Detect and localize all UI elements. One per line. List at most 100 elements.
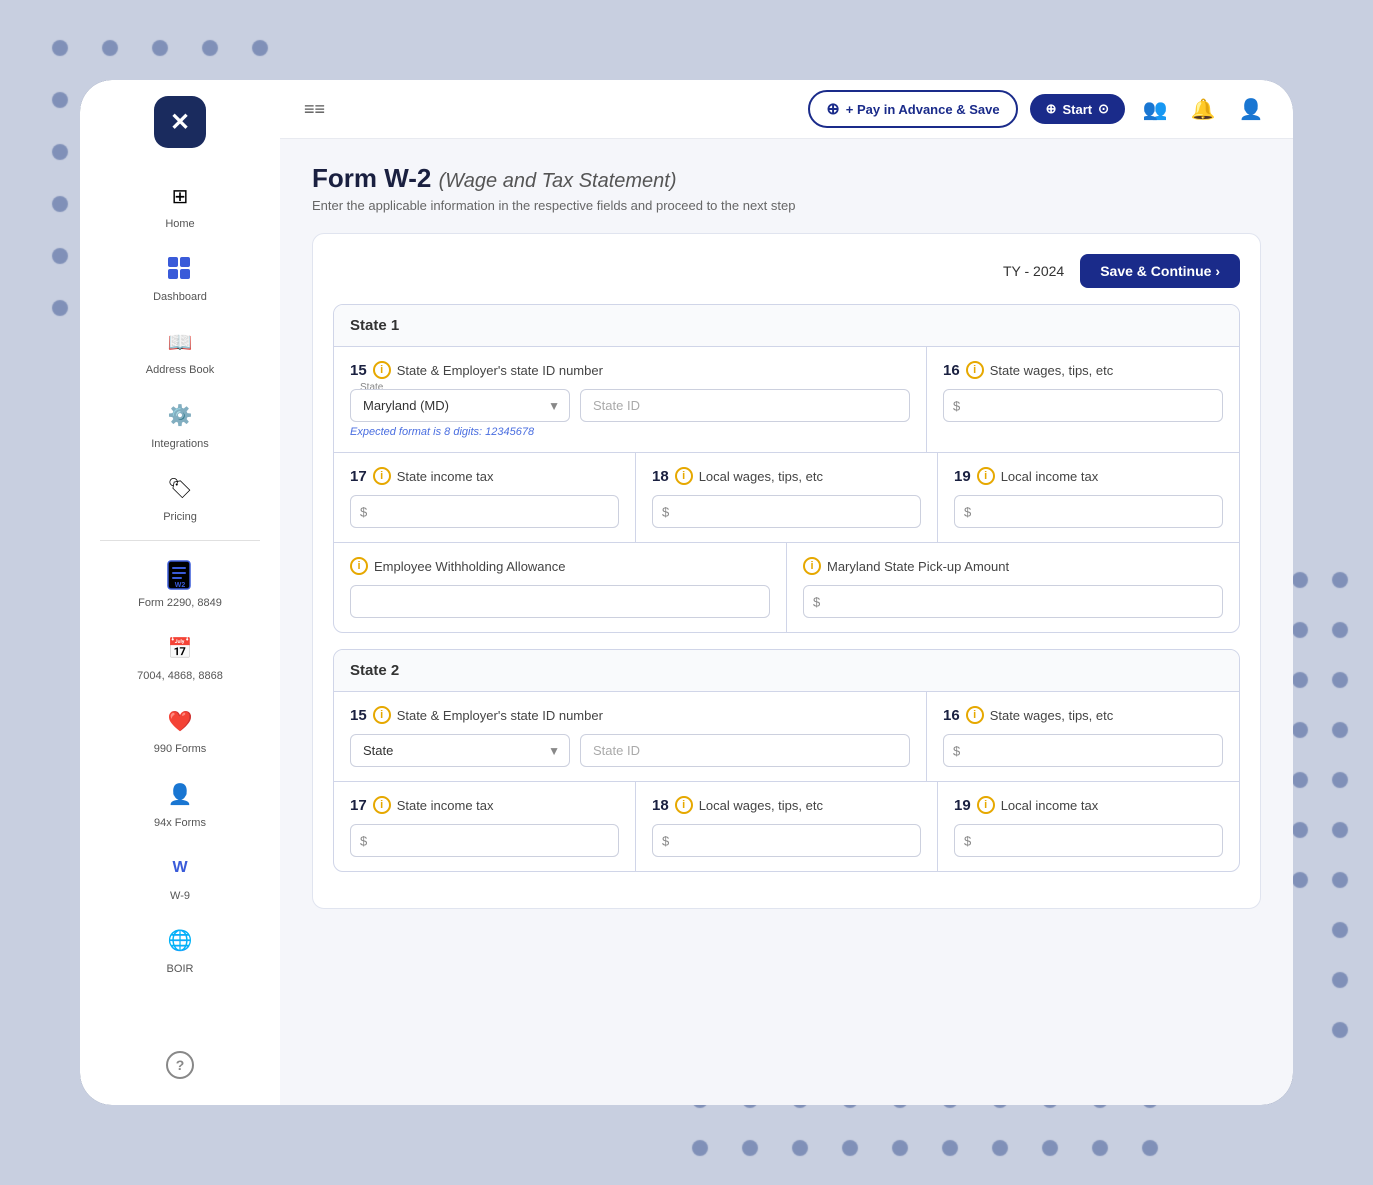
md-pickup-info-icon[interactable]: i	[803, 557, 821, 575]
pay-advance-button[interactable]: ⊕ + Pay in Advance & Save	[808, 90, 1017, 128]
sidebar-item-form2290[interactable]: W2 Form 2290, 8849	[80, 547, 280, 620]
page-subtitle: Enter the applicable information in the …	[312, 198, 1261, 213]
start-label: Start	[1062, 102, 1092, 117]
md-pickup-title: Maryland State Pick-up Amount	[827, 559, 1009, 574]
state1-field19-input[interactable]	[954, 495, 1223, 528]
state2-field18-info-icon[interactable]: i	[675, 796, 693, 814]
field18-info-icon[interactable]: i	[675, 467, 693, 485]
state2-field15-label-row: 15 i State & Employer's state ID number	[350, 706, 910, 724]
app-logo[interactable]: ✕	[154, 96, 206, 148]
state2-field17-input[interactable]	[350, 824, 619, 857]
state2-field18-number: 18	[652, 797, 669, 814]
state2-field18-label-row: 18 i Local wages, tips, etc	[652, 796, 921, 814]
sidebar-item-w9[interactable]: W W-9	[80, 840, 280, 913]
state1-emp-allowance-input[interactable]	[350, 585, 770, 618]
sidebar-item-label: Integrations	[151, 438, 208, 451]
field18-title: Local wages, tips, etc	[699, 469, 823, 484]
start-plus-icon: ⊕	[1046, 101, 1057, 117]
state1-id-input[interactable]	[580, 389, 910, 422]
field17-title: State income tax	[397, 469, 494, 484]
state2-row-17-18-19: 17 i State income tax $ 18	[334, 782, 1239, 871]
state1-field19-cell: 19 i Local income tax $	[938, 453, 1239, 542]
sidebar-item-94xforms[interactable]: 👤 94x Forms	[80, 767, 280, 840]
state2-state-select[interactable]: State	[350, 734, 570, 767]
state2-dollar-icon-18: $	[662, 833, 669, 848]
notifications-button[interactable]: 🔔	[1185, 91, 1221, 127]
integrations-icon: ⚙️	[162, 398, 198, 434]
user-profile-button[interactable]: 👤	[1233, 91, 1269, 127]
dollar-icon-18: $	[662, 504, 669, 519]
state1-md-pickup-input[interactable]	[803, 585, 1223, 618]
sidebar-item-home[interactable]: ⊞ Home	[80, 168, 280, 241]
state2-field18-dollar-wrapper: $	[652, 824, 921, 857]
address-book-icon: 📖	[162, 324, 198, 360]
state1-format-hint: Expected format is 8 digits: 12345678	[350, 426, 910, 438]
sidebar-item-integrations[interactable]: ⚙️ Integrations	[80, 388, 280, 461]
state1-state-select[interactable]: Maryland (MD)	[350, 389, 570, 422]
state1-field16-input[interactable]	[943, 389, 1223, 422]
field15-label-row: 15 i State & Employer's state ID number	[350, 361, 910, 379]
field15-info-icon[interactable]: i	[373, 361, 391, 379]
state2-field15-cell: 15 i State & Employer's state ID number …	[334, 692, 927, 781]
state1-field18-input[interactable]	[652, 495, 921, 528]
emp-allowance-title: Employee Withholding Allowance	[374, 559, 566, 574]
field17-dollar-wrapper: $	[350, 495, 619, 528]
field17-info-icon[interactable]: i	[373, 467, 391, 485]
boir-icon: 🌐	[162, 923, 198, 959]
menu-toggle-icon[interactable]: ≡≡	[304, 99, 325, 119]
sidebar-item-address-book[interactable]: 📖 Address Book	[80, 314, 280, 387]
state2-field15-info-icon[interactable]: i	[373, 706, 391, 724]
state2-field18-input[interactable]	[652, 824, 921, 857]
sidebar-item-label: Dashboard	[153, 291, 207, 304]
sidebar-item-dashboard[interactable]: Dashboard	[80, 241, 280, 314]
state1-row-17-18-19: 17 i State income tax $ 18	[334, 453, 1239, 543]
state2-field17-info-icon[interactable]: i	[373, 796, 391, 814]
field15-number: 15	[350, 362, 367, 379]
field17-number: 17	[350, 468, 367, 485]
state2-field16-number: 16	[943, 707, 960, 724]
state1-field16-cell: 16 i State wages, tips, etc $	[927, 347, 1239, 452]
state2-field16-label-row: 16 i State wages, tips, etc	[943, 706, 1223, 724]
state2-field19-info-icon[interactable]: i	[977, 796, 995, 814]
state1-field18-cell: 18 i Local wages, tips, etc $	[636, 453, 938, 542]
state1-state-fields-row: State Maryland (MD) ▼	[350, 389, 910, 422]
emp-allowance-info-icon[interactable]: i	[350, 557, 368, 575]
state1-dropdown-wrapper: State Maryland (MD) ▼	[350, 389, 570, 422]
state1-row-emp-md: i Employee Withholding Allowance i Maryl…	[334, 543, 1239, 632]
dashboard-icon	[162, 251, 198, 287]
sidebar-item-label: 990 Forms	[154, 743, 207, 756]
field18-number: 18	[652, 468, 669, 485]
state2-field19-cell: 19 i Local income tax $	[938, 782, 1239, 871]
state1-header: State 1	[334, 305, 1239, 347]
sidebar-item-help[interactable]: ?	[158, 1041, 202, 1089]
sidebar-item-7004[interactable]: 📅 7004, 4868, 8868	[80, 620, 280, 693]
field16-number: 16	[943, 362, 960, 379]
state2-field16-info-icon[interactable]: i	[966, 706, 984, 724]
start-button[interactable]: ⊕ Start ⊙	[1030, 94, 1125, 124]
home-icon: ⊞	[162, 178, 198, 214]
field18-label-row: 18 i Local wages, tips, etc	[652, 467, 921, 485]
dollar-icon-md: $	[813, 594, 820, 609]
form-card-header: TY - 2024 Save & Continue ›	[333, 254, 1240, 288]
form-card: TY - 2024 Save & Continue › State 1 15	[312, 233, 1261, 909]
state2-id-input[interactable]	[580, 734, 910, 767]
sidebar-item-pricing[interactable]: 🏷 Pricing	[80, 461, 280, 534]
state2-select-wrapper: State ▼	[350, 734, 570, 767]
save-continue-button[interactable]: Save & Continue ›	[1080, 254, 1240, 288]
state2-field16-input[interactable]	[943, 734, 1223, 767]
state2-field19-input[interactable]	[954, 824, 1223, 857]
field16-info-icon[interactable]: i	[966, 361, 984, 379]
md-pickup-dollar-wrapper: $	[803, 585, 1223, 618]
field18-dollar-wrapper: $	[652, 495, 921, 528]
state2-field17-dollar-wrapper: $	[350, 824, 619, 857]
state1-field17-cell: 17 i State income tax $	[334, 453, 636, 542]
user-icon: 👤	[1239, 97, 1264, 122]
field19-label-row: 19 i Local income tax	[954, 467, 1223, 485]
contacts-button[interactable]: 👥	[1137, 91, 1173, 127]
state2-field19-label-row: 19 i Local income tax	[954, 796, 1223, 814]
sidebar-item-990forms[interactable]: ❤️ 990 Forms	[80, 693, 280, 766]
emp-allowance-label-row: i Employee Withholding Allowance	[350, 557, 770, 575]
sidebar-item-boir[interactable]: 🌐 BOIR	[80, 913, 280, 986]
state1-field17-input[interactable]	[350, 495, 619, 528]
field19-info-icon[interactable]: i	[977, 467, 995, 485]
